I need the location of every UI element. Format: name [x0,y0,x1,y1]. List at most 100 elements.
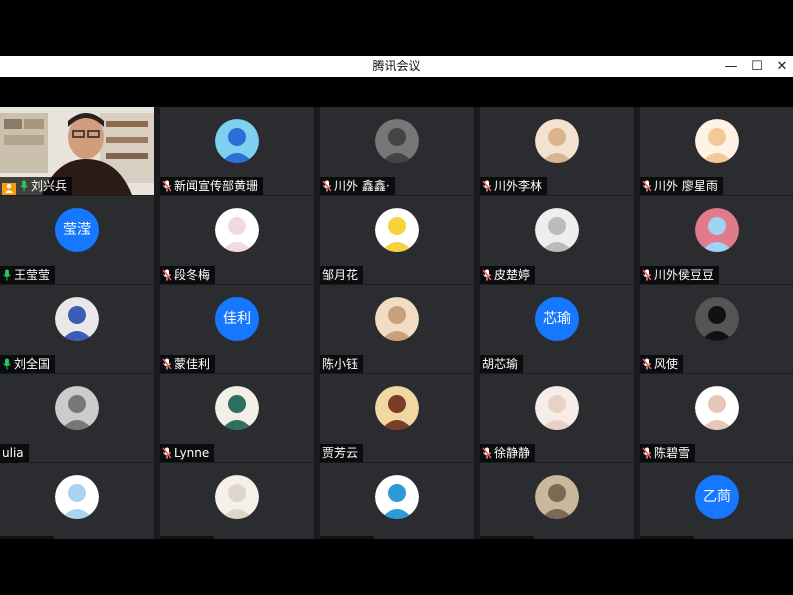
participant-grid: 刘兴兵 新闻宣传部黄珊 川外 鑫鑫· 川外李林 川外 廖星雨 莹滢 王莹莹 段冬梅 邹月花 皮楚婷… [0,107,793,539]
participant-name-tag: 陈小钰 [320,355,364,373]
participant-name: 邹月花 [322,268,359,282]
participant-name: 新闻宣传部黄珊 [174,179,259,193]
tile-bottom-bar [480,536,534,539]
participant-tile[interactable] [0,463,154,539]
participant-name: 蒙佳利 [174,357,211,371]
participant-name-tag: 邹月花 [320,266,364,284]
participant-avatar [375,297,419,341]
participant-name-tag: 川外 鑫鑫· [320,177,395,195]
participant-avatar [375,386,419,430]
participant-avatar [695,119,739,163]
participant-tile[interactable]: 乙茼 [640,463,793,539]
close-button[interactable]: ✕ [770,56,793,77]
participant-avatar [375,208,419,252]
participant-avatar: 莹滢 [55,208,99,252]
participant-tile[interactable] [480,463,634,539]
participant-name: 川外侯豆豆 [654,268,715,282]
participant-avatar: 芯瑜 [535,297,579,341]
participant-name: 刘兴兵 [31,179,68,193]
participant-name-tag: 新闻宣传部黄珊 [160,177,264,195]
participant-tile[interactable]: 刘全国 [0,285,154,373]
participant-avatar [535,208,579,252]
tile-bottom-bar [0,536,54,539]
participant-name: 陈碧雪 [654,446,691,460]
microphone-icon [642,447,652,459]
microphone-icon [3,358,11,370]
participant-name-tag: Lynne [160,444,215,462]
participant-name-tag: 胡芯瑜 [480,355,524,373]
participant-avatar [535,475,579,519]
microphone-icon [482,447,492,459]
participant-name: 陈小钰 [322,357,359,371]
participant-tile[interactable]: 新闻宣传部黄珊 [160,107,314,195]
participant-name: 风使 [654,357,679,371]
participant-tile[interactable]: 徐静静 [480,374,634,462]
participant-tile[interactable]: 贾芳云 [320,374,474,462]
participant-avatar [535,119,579,163]
microphone-icon [482,269,492,281]
participant-tile[interactable]: 陈碧雪 [640,374,793,462]
participant-avatar [215,119,259,163]
participant-tile[interactable]: ulia三 [0,374,154,476]
participant-avatar [55,475,99,519]
participant-name-tag: 川外李林 [480,177,548,195]
participant-tile[interactable]: 邹月花 [320,196,474,284]
participant-name-tag: 徐静静 [480,444,536,462]
participant-tile[interactable]: 风使 [640,285,793,373]
participant-tile[interactable]: 佳利 蒙佳利 [160,285,314,373]
participant-name-tag: 川外侯豆豆 [640,266,720,284]
participant-name-tag: ulia [0,444,29,462]
participant-name-tag: 川外 廖星雨 [640,177,723,195]
participant-avatar [695,297,739,341]
participant-name: 胡芯瑜 [482,357,519,371]
participant-name-tag: 段冬梅 [160,266,216,284]
participant-tile[interactable]: 莹滢王莹莹 [0,196,154,284]
participant-name: 川外李林 [494,179,543,193]
participant-tile[interactable]: 川外 廖星雨 [640,107,793,195]
participant-avatar [375,475,419,519]
participant-tile[interactable]: 川外李林 [480,107,634,195]
participant-avatar [695,386,739,430]
microphone-icon [20,180,28,192]
participant-avatar [375,119,419,163]
participant-name-tag: 风使 [640,355,684,373]
participant-name: 川外 廖星雨 [654,179,718,193]
participant-avatar [535,386,579,430]
participant-avatar [695,208,739,252]
participant-tile[interactable]: 段冬梅 [160,196,314,284]
participant-tile[interactable]: 刘兴兵 [0,107,154,195]
participant-tile[interactable] [160,463,314,539]
host-badge-icon [2,183,16,195]
participant-tile[interactable]: 芯瑜胡芯瑜 [480,285,634,373]
participant-name-tag: 王莹莹 [0,266,56,284]
participant-avatar [215,208,259,252]
participant-avatar [215,386,259,430]
tile-bottom-bar [320,536,374,539]
participant-avatar [55,386,99,430]
window-title: 腾讯会议 [372,59,421,73]
minimize-button[interactable]: — [719,56,743,77]
participant-name-tag: 刘兴兵 [0,177,73,195]
participant-tile[interactable] [320,463,474,539]
tile-bottom-bar [640,536,694,539]
participant-avatar: 乙茼 [695,475,739,519]
participant-name-tag: 皮楚婷 [480,266,536,284]
participant-tile[interactable]: Lynne [160,374,314,462]
microphone-icon [642,358,652,370]
microphone-icon [162,358,172,370]
maximize-button[interactable]: ☐ [745,56,769,77]
tile-bottom-bar [160,536,214,539]
microphone-icon [3,269,11,281]
participant-name: 段冬梅 [174,268,211,282]
participant-tile[interactable]: 皮楚婷 [480,196,634,284]
participant-tile[interactable]: 陈小钰 [320,285,474,373]
participant-name: ulia [2,446,24,460]
microphone-icon [162,180,172,192]
participant-tile[interactable]: 川外侯豆豆 [640,196,793,284]
microphone-icon [322,180,332,192]
participant-name-tag: 蒙佳利 [160,355,216,373]
participant-name: 贾芳云 [322,446,359,460]
title-bar: 腾讯会议 — ☐ ✕ [0,56,793,77]
participant-tile[interactable]: 川外 鑫鑫· [320,107,474,195]
participant-name: 王莹莹 [14,268,51,282]
